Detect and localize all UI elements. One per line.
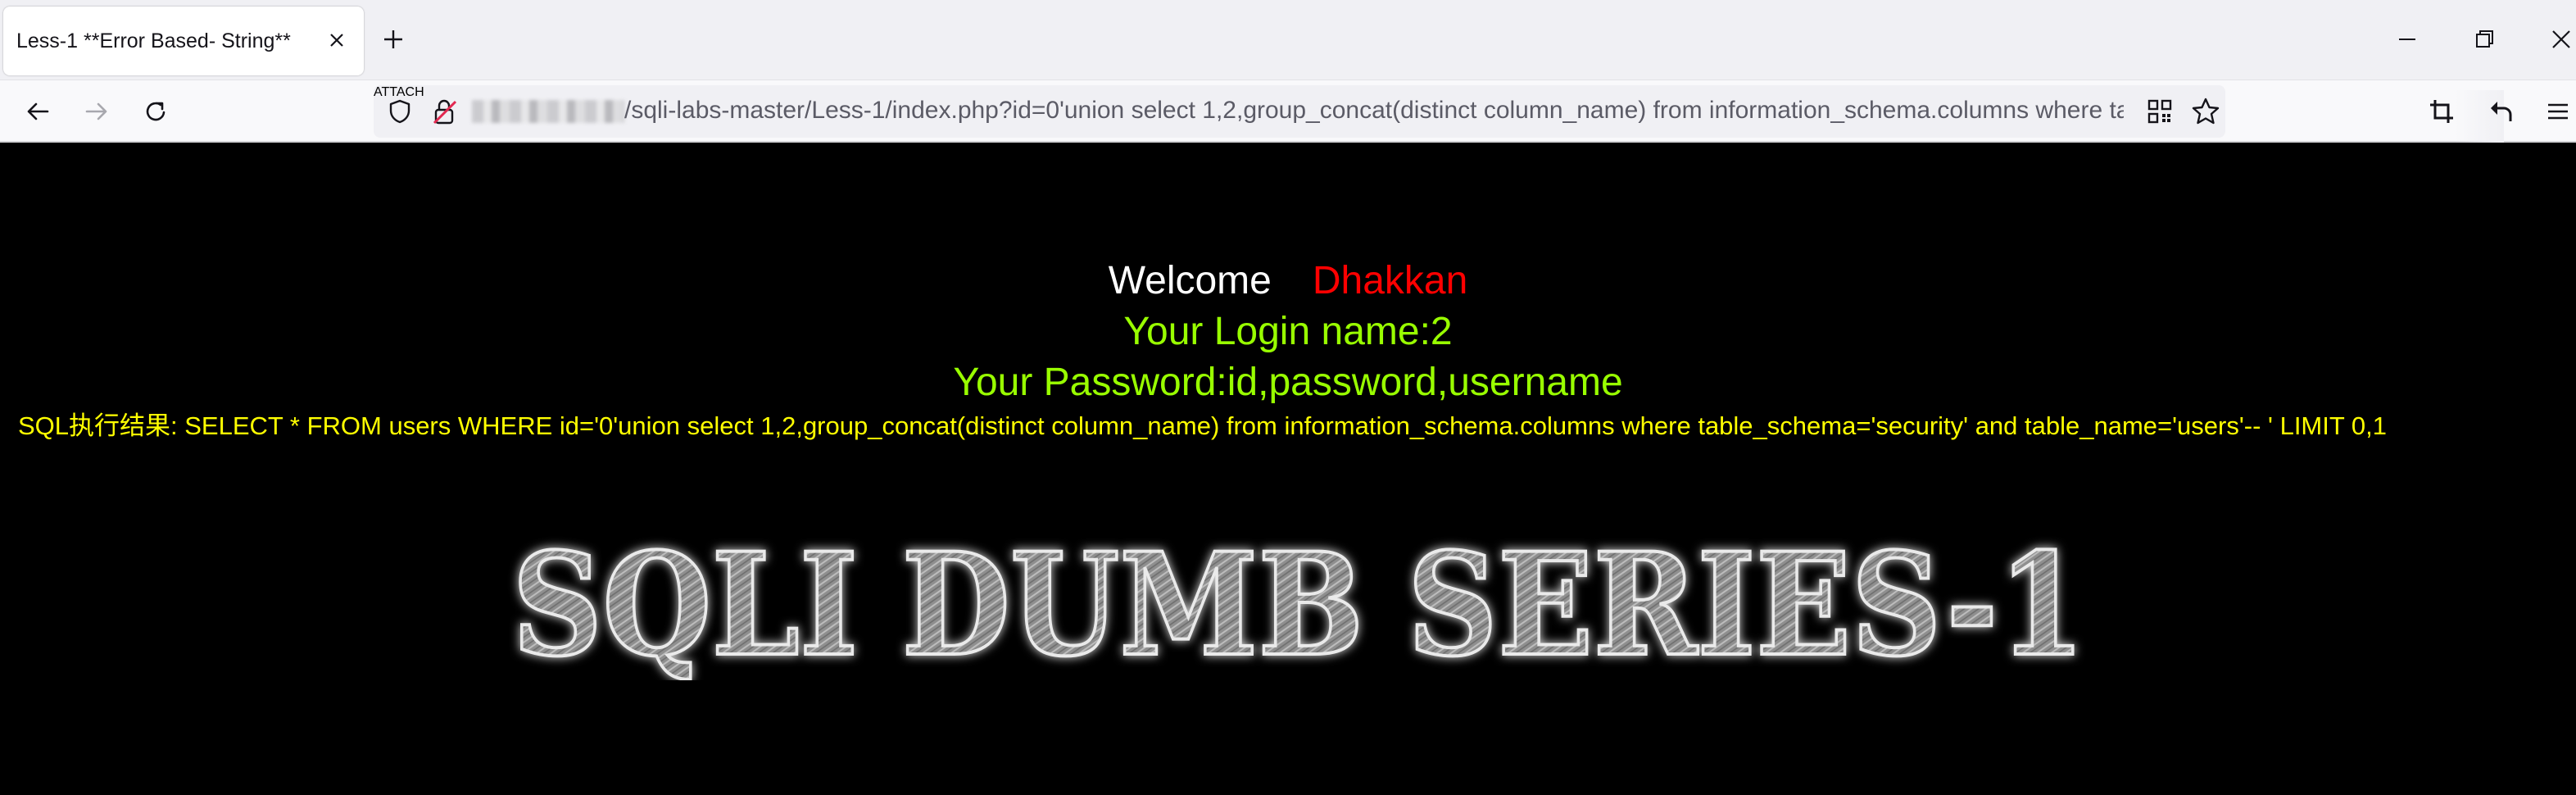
qr-code-icon[interactable]: [2145, 97, 2175, 126]
forward-arrow-icon: [85, 102, 107, 120]
hamburger-menu-icon: [2548, 103, 2568, 120]
sqli-dumb-series-banner: SQLI DUMB SERIES-1: [510, 533, 2087, 680]
address-bar[interactable]: ATTACH /sqli-labs-master/Less-1/index.ph…: [374, 85, 2504, 143]
welcome-name: Dhakkan: [1312, 259, 1468, 302]
url-text[interactable]: /sqli-labs-master/Less-1/index.php?id=0'…: [624, 97, 2124, 125]
close-tab-icon[interactable]: [324, 28, 349, 52]
welcome-word: Welcome: [1108, 259, 1272, 302]
browser-tab-active[interactable]: Less-1 **Error Based- String**: [3, 7, 364, 75]
banner-text: SQLI DUMB SERIES-1: [512, 533, 2085, 680]
forward-button[interactable]: [79, 93, 115, 129]
shield-icon[interactable]: [385, 97, 415, 126]
password-line: Your Password:id,password,username: [953, 361, 1623, 404]
minimize-icon[interactable]: [2392, 25, 2422, 54]
redacted-host: [472, 100, 624, 123]
sql-result-line: SQL执行结果: SELECT * FROM users WHERE id='0…: [18, 411, 2387, 440]
page-content: Welcome Dhakkan Your Login name:2 Your Pa…: [0, 144, 2576, 795]
tab-strip: Less-1 **Error Based- String**: [0, 0, 2576, 80]
undo-button[interactable]: [2483, 93, 2519, 129]
new-tab-icon[interactable]: [379, 25, 408, 54]
reload-icon: [146, 102, 166, 121]
close-window-icon[interactable]: [2547, 25, 2576, 54]
back-button[interactable]: [20, 93, 56, 129]
bookmark-star-icon[interactable]: [2189, 95, 2222, 128]
crop-icon: [2430, 100, 2453, 123]
back-arrow-icon: [27, 102, 49, 120]
reload-button[interactable]: [138, 93, 174, 129]
restore-icon[interactable]: [2469, 25, 2499, 54]
tab-title: Less-1 **Error Based- String**: [16, 29, 291, 52]
login-name-line: Your Login name:2: [1123, 310, 1453, 353]
insecure-lock-icon[interactable]: [429, 95, 462, 128]
menu-button[interactable]: [2540, 93, 2576, 129]
undo-icon: [2491, 102, 2512, 121]
welcome-line: Welcome Dhakkan: [0, 256, 2576, 307]
navigation-bar: ATTACH /sqli-labs-master/Less-1/index.ph…: [0, 80, 2576, 143]
screenshot-button[interactable]: [2424, 93, 2460, 129]
